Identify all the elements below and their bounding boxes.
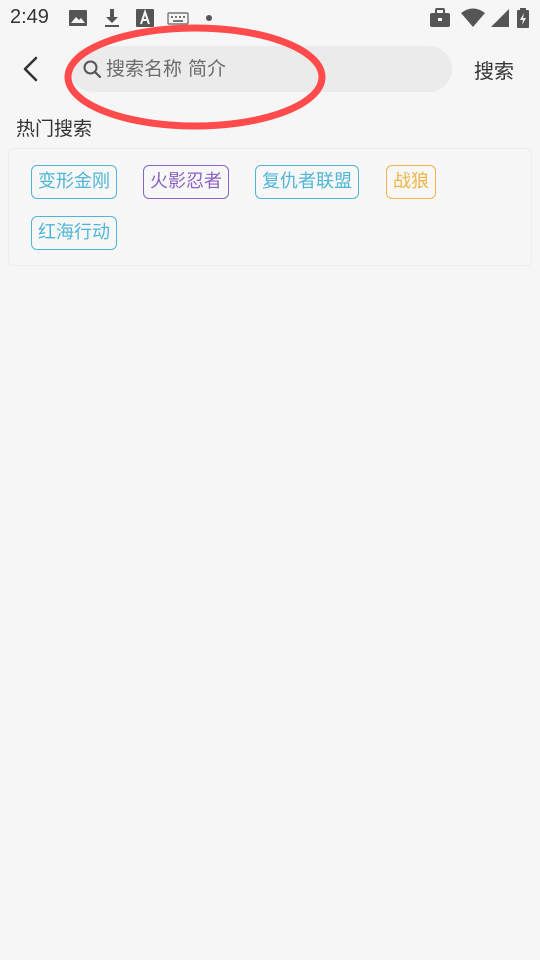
status-bar: 2:49 (0, 0, 540, 36)
hot-tag[interactable]: 战狼 (386, 165, 436, 199)
search-input[interactable] (106, 46, 436, 92)
hot-search-card: 变形金刚 火影忍者 复仇者联盟 战狼 红海行动 (8, 148, 532, 266)
hot-search-title: 热门搜索 (16, 118, 93, 140)
signal-icon (488, 8, 510, 28)
status-time: 2:49 (10, 6, 49, 28)
keyboard-icon (167, 8, 189, 28)
font-a-icon (135, 8, 155, 28)
battery-icon (516, 8, 530, 28)
hot-tag[interactable]: 火影忍者 (143, 165, 229, 199)
search-header: 搜索 (0, 36, 540, 102)
back-button[interactable] (14, 52, 48, 86)
briefcase-icon (428, 8, 452, 28)
download-icon (102, 8, 122, 28)
hot-tag[interactable]: 红海行动 (31, 216, 117, 250)
wifi-icon (460, 8, 486, 28)
image-icon (68, 8, 88, 28)
hot-tag[interactable]: 变形金刚 (31, 165, 117, 199)
dot-icon (202, 8, 216, 28)
hot-tag[interactable]: 复仇者联盟 (255, 165, 359, 199)
search-icon (82, 59, 102, 79)
chevron-left-icon (23, 56, 38, 82)
search-button[interactable]: 搜索 (474, 55, 514, 84)
search-box[interactable] (70, 46, 452, 92)
